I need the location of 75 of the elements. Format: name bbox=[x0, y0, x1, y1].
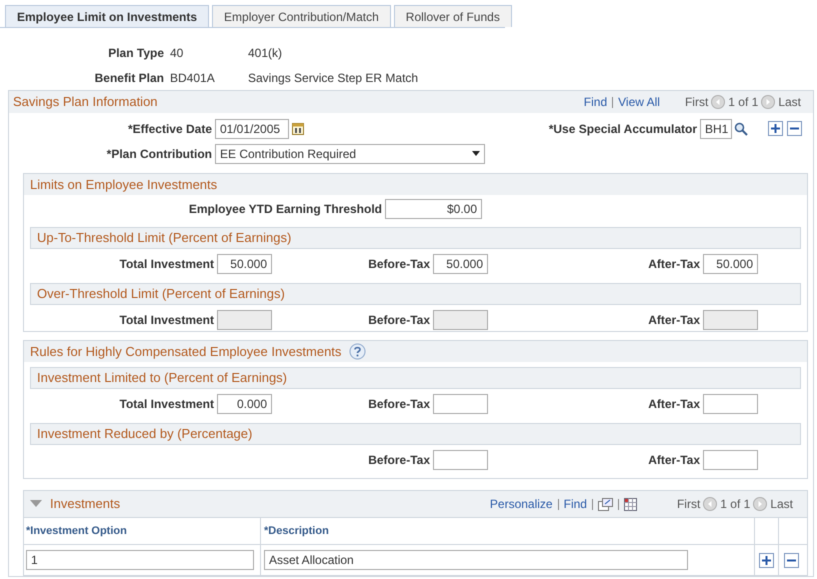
previous-icon[interactable] bbox=[703, 497, 718, 511]
dropdown-arrow-icon bbox=[472, 151, 480, 156]
field-label: Total Investment bbox=[120, 312, 214, 328]
plus-icon bbox=[762, 556, 771, 564]
input-field[interactable]: 1 bbox=[26, 550, 254, 570]
next-icon[interactable] bbox=[753, 497, 768, 511]
view-all-link[interactable]: View All bbox=[618, 93, 660, 111]
input-field[interactable] bbox=[703, 394, 758, 414]
find-link[interactable]: Find bbox=[584, 93, 608, 111]
subsection-header: Up-To-Threshold Limit (Percent of Earnings) bbox=[30, 227, 801, 249]
page-count: 1 of 1 bbox=[728, 94, 758, 111]
new-window-icon[interactable] bbox=[598, 498, 613, 510]
field-label: *Use Special Accumulator bbox=[548, 120, 698, 138]
add-row-button[interactable] bbox=[759, 552, 774, 568]
input-field[interactable]: 01/01/2005 bbox=[215, 118, 289, 138]
tab[interactable]: Employee Limit on Investments bbox=[5, 5, 210, 27]
delete-row-button[interactable] bbox=[784, 552, 798, 568]
field-label: *Plan Contribution bbox=[106, 146, 213, 162]
input-field[interactable]: 0.000 bbox=[217, 394, 272, 414]
field-value: 401(k) bbox=[248, 44, 282, 62]
last-label: Last bbox=[778, 94, 801, 111]
help-icon[interactable] bbox=[349, 343, 366, 360]
input-field[interactable]: $0.00 bbox=[385, 198, 482, 218]
input-field[interactable]: BH1 bbox=[700, 118, 732, 138]
field-label: Benefit Plan bbox=[94, 70, 165, 86]
field-label: Employee YTD Earning Threshold bbox=[188, 200, 383, 218]
section-title: Investments bbox=[50, 495, 120, 514]
column-header: *Description bbox=[261, 518, 755, 544]
field-label: Before-Tax bbox=[368, 256, 430, 272]
spreadsheet-icon[interactable] bbox=[624, 498, 637, 510]
subsection-header: Over-Threshold Limit (Percent of Earnings) bbox=[30, 283, 801, 305]
field-value: Savings Service Step ER Match bbox=[248, 70, 418, 86]
calendar-icon[interactable] bbox=[292, 122, 304, 135]
input-field[interactable]: Asset Allocation bbox=[264, 550, 688, 570]
field-label: After-Tax bbox=[648, 256, 700, 272]
field-value: BD401A bbox=[170, 70, 216, 86]
section-title: Rules for Highly Compensated Employee Investments bbox=[30, 342, 342, 361]
field-label: Total Investment bbox=[120, 256, 214, 272]
collapse-arrow-icon[interactable] bbox=[30, 500, 42, 508]
field-label: Before-Tax bbox=[368, 312, 430, 328]
previous-icon[interactable] bbox=[711, 95, 726, 109]
field-label: *Effective Date bbox=[126, 120, 213, 138]
input-field[interactable]: 50.000 bbox=[217, 254, 272, 274]
add-row-button[interactable] bbox=[768, 121, 783, 136]
field-label: Plan Type bbox=[107, 44, 165, 62]
first-label: First bbox=[676, 496, 700, 513]
plus-icon bbox=[771, 124, 780, 133]
plan-contribution-dropdown[interactable]: EE Contribution Required bbox=[215, 144, 485, 164]
section-header: Limits on Employee Investments bbox=[24, 174, 807, 195]
subsection-header: Investment Limited to (Percent of Earnings) bbox=[30, 367, 801, 389]
field-label: After-Tax bbox=[648, 452, 700, 468]
delete-row-button[interactable] bbox=[787, 121, 802, 136]
field-value: 40 bbox=[170, 44, 184, 62]
field-label: After-Tax bbox=[648, 396, 700, 412]
personalize-link[interactable]: Personalize bbox=[490, 495, 553, 513]
next-icon[interactable] bbox=[761, 95, 776, 109]
field-label: Before-Tax bbox=[368, 396, 430, 412]
input-field[interactable] bbox=[703, 450, 758, 470]
search-icon[interactable] bbox=[734, 122, 748, 136]
column-header: *Investment Option bbox=[24, 518, 261, 544]
input-field[interactable]: 50.000 bbox=[703, 254, 758, 274]
tab[interactable]: Rollover of Funds bbox=[394, 5, 512, 27]
subsection-header: Investment Reduced by (Percentage) bbox=[30, 423, 801, 445]
input-field[interactable]: 50.000 bbox=[433, 254, 488, 274]
page-count: 1 of 1 bbox=[720, 496, 750, 513]
first-label: First bbox=[684, 94, 708, 111]
input-field[interactable] bbox=[433, 394, 488, 414]
find-link[interactable]: Find bbox=[564, 495, 587, 513]
section-title: Savings Plan Information bbox=[13, 93, 158, 112]
last-label: Last bbox=[770, 496, 793, 513]
tab[interactable]: Employer Contribution/Match bbox=[212, 5, 391, 27]
field-label: Before-Tax bbox=[368, 452, 430, 468]
field-label: After-Tax bbox=[648, 312, 700, 328]
input-field[interactable] bbox=[433, 450, 488, 470]
field-label: Total Investment bbox=[120, 396, 214, 412]
